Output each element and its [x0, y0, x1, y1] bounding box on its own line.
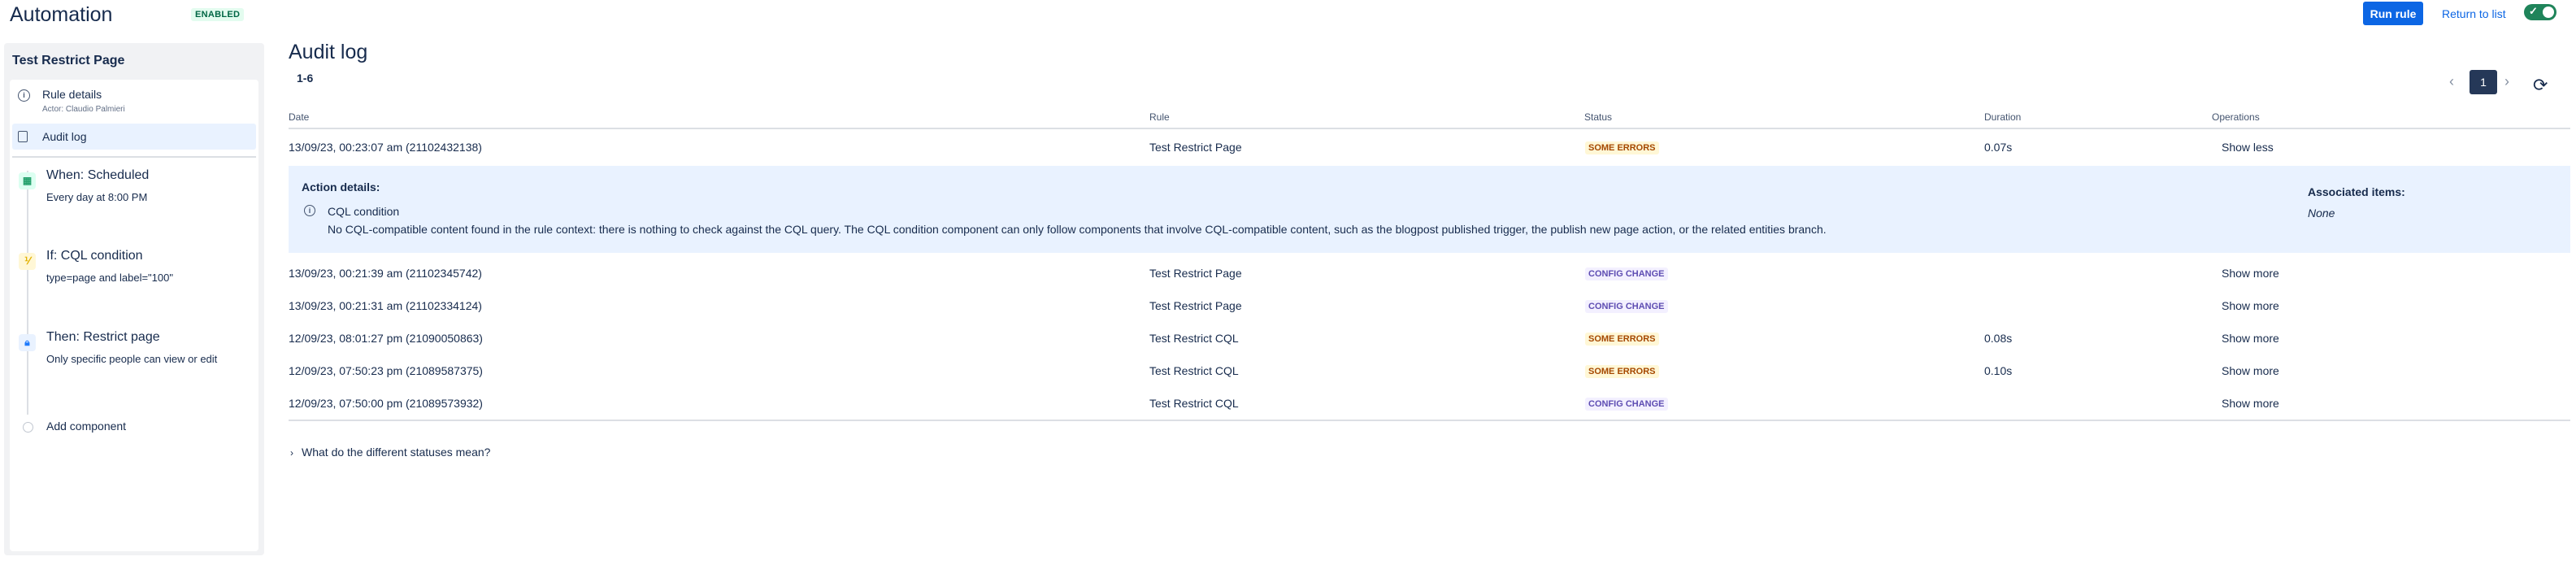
page-title: Audit log: [289, 41, 368, 63]
action-details-heading: Action details:: [302, 180, 380, 194]
refresh-icon[interactable]: ⟳: [2533, 75, 2548, 96]
statuses-help-label: What do the different statuses mean?: [302, 446, 491, 459]
show-more-button[interactable]: Show more: [2222, 397, 2279, 410]
row-date: 13/09/23, 00:21:39 am (21102345742): [289, 267, 482, 280]
result-range: 1-6: [297, 72, 314, 85]
column-header-date: Date: [289, 111, 310, 123]
component-title: Then: Restrict page: [46, 330, 160, 344]
info-icon: i: [18, 89, 30, 102]
rule-actor: Actor: Claudio Palmieri: [42, 105, 125, 114]
row-rule: Test Restrict Page: [1149, 141, 1242, 154]
status-badge: ENABLED: [191, 8, 245, 21]
status-badge: CONFIG CHANGE: [1585, 398, 1668, 411]
rule-components-panel: i Rule details Actor: Claudio Palmieri A…: [10, 80, 258, 551]
column-header-status: Status: [1584, 111, 1613, 123]
show-less-button[interactable]: Show less: [2222, 141, 2274, 154]
column-header-operations: Operations: [2212, 111, 2260, 123]
divider: [12, 156, 256, 158]
action-details-panel: Action details: i CQL condition No CQL-c…: [289, 166, 2570, 253]
add-component-icon[interactable]: [23, 422, 33, 433]
document-icon: [18, 131, 28, 142]
row-date: 13/09/23, 00:21:31 am (21102334124): [289, 299, 482, 312]
status-badge: SOME ERRORS: [1585, 365, 1659, 378]
lock-icon: 🔒︎: [19, 334, 36, 351]
column-header-duration: Duration: [1984, 111, 2022, 123]
status-badge: CONFIG CHANGE: [1585, 300, 1668, 313]
check-icon: ✓: [2529, 5, 2538, 17]
page-current[interactable]: 1: [2470, 70, 2497, 94]
status-badge: SOME ERRORS: [1585, 141, 1659, 154]
component-subtitle: Only specific people can view or edit: [46, 353, 218, 365]
associated-items-heading: Associated items:: [2308, 185, 2405, 198]
show-more-button[interactable]: Show more: [2222, 299, 2279, 312]
row-rule: Test Restrict Page: [1149, 299, 1242, 312]
rule-details-label: Rule details: [42, 88, 102, 101]
row-duration: 0.07s: [1984, 141, 2013, 154]
table-bottom-divider: [289, 420, 2570, 421]
info-icon: i: [304, 205, 315, 216]
show-more-button[interactable]: Show more: [2222, 267, 2279, 280]
rule-name: Test Restrict Page: [12, 54, 125, 67]
row-date: 13/09/23, 00:23:07 am (21102432138): [289, 141, 482, 154]
row-rule: Test Restrict CQL: [1149, 332, 1239, 345]
show-more-button[interactable]: Show more: [2222, 332, 2279, 345]
rule-enabled-toggle[interactable]: ✓: [2524, 4, 2556, 20]
associated-items-value: None: [2308, 207, 2335, 220]
status-badge: SOME ERRORS: [1585, 333, 1659, 346]
action-message: No CQL-compatible content found in the r…: [328, 223, 1827, 236]
row-date: 12/09/23, 07:50:00 pm (21089573932): [289, 397, 483, 410]
row-date: 12/09/23, 07:50:23 pm (21089587375): [289, 364, 483, 377]
chevron-right-icon: ›: [290, 447, 293, 459]
row-date: 12/09/23, 08:01:27 pm (21090050863): [289, 332, 483, 345]
chevron-right-icon[interactable]: ›: [2504, 73, 2509, 90]
sidebar-item-audit-log[interactable]: Audit log: [12, 124, 256, 150]
add-component-button[interactable]: Add component: [46, 420, 126, 433]
rule-sidebar: Test Restrict Page i Rule details Actor:…: [4, 43, 264, 555]
action-component-name: CQL condition: [328, 205, 400, 218]
statuses-help-toggle[interactable]: › What do the different statuses mean?: [290, 446, 490, 459]
row-rule: Test Restrict CQL: [1149, 397, 1239, 410]
run-rule-button[interactable]: Run rule: [2363, 2, 2423, 25]
show-more-button[interactable]: Show more: [2222, 364, 2279, 377]
flow-connector: [27, 171, 28, 415]
app-title: Automation: [10, 3, 113, 26]
status-badge: CONFIG CHANGE: [1585, 267, 1668, 280]
calendar-icon: ▦: [19, 172, 36, 189]
component-subtitle: type=page and label="100": [46, 272, 173, 284]
column-header-rule: Rule: [1149, 111, 1170, 123]
component-title: If: CQL condition: [46, 249, 143, 263]
toggle-knob: [2543, 7, 2554, 18]
condition-icon: ⅟: [19, 253, 36, 270]
component-title: When: Scheduled: [46, 168, 150, 182]
row-rule: Test Restrict CQL: [1149, 364, 1239, 377]
component-subtitle: Every day at 8:00 PM: [46, 191, 148, 203]
return-to-list-link[interactable]: Return to list: [2442, 7, 2506, 20]
table-header-divider: [289, 128, 2570, 129]
row-duration: 0.08s: [1984, 332, 2013, 345]
sidebar-item-rule-details[interactable]: i Rule details Actor: Claudio Palmieri: [10, 86, 258, 119]
audit-log-label: Audit log: [42, 130, 87, 143]
chevron-left-icon[interactable]: ‹: [2449, 73, 2454, 90]
row-duration: 0.10s: [1984, 364, 2013, 377]
row-rule: Test Restrict Page: [1149, 267, 1242, 280]
